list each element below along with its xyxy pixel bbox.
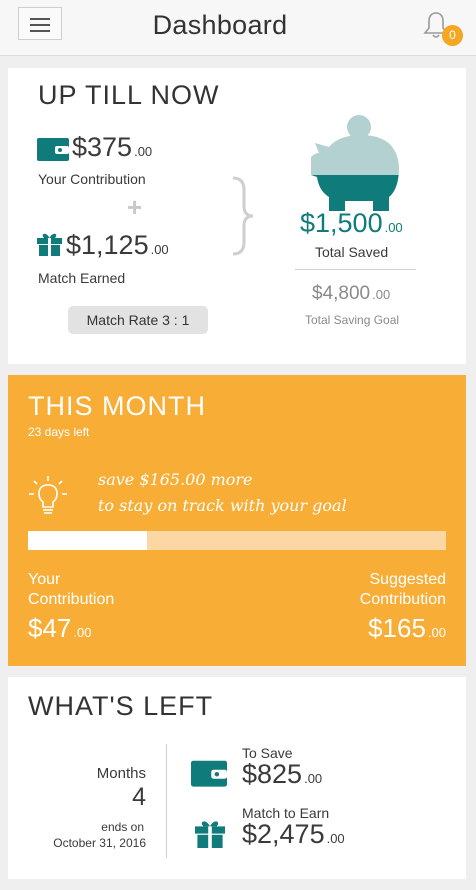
saving-goal-amount: $4,800.00 bbox=[312, 283, 390, 305]
suggested-contribution-cents: .00 bbox=[427, 625, 446, 640]
to-save-amount: $825.00 bbox=[242, 759, 322, 790]
ends-on-label: ends on bbox=[101, 820, 144, 834]
saving-goal-dollars: $4,800 bbox=[312, 283, 371, 304]
page-title: Dashboard bbox=[152, 10, 288, 40]
your-contribution-dollars: $47 bbox=[28, 613, 72, 643]
contribution-amount: $375.00 bbox=[72, 132, 152, 163]
vertical-divider bbox=[166, 744, 167, 858]
suggested-contribution-dollars: $165 bbox=[368, 613, 426, 643]
your-contribution-amount: $47.00 bbox=[28, 613, 91, 644]
notification-badge[interactable]: 0 bbox=[442, 25, 463, 46]
suggested-contribution-label-2: Contribution bbox=[359, 591, 446, 608]
contribution-label: Your Contribution bbox=[38, 171, 146, 187]
match-to-earn-cents: .00 bbox=[326, 831, 345, 846]
your-contribution-label-1: Your bbox=[28, 571, 61, 588]
match-rate-badge: Match Rate 3 : 1 bbox=[68, 306, 208, 334]
to-save-cents: .00 bbox=[304, 771, 323, 786]
wallet-icon bbox=[37, 138, 69, 161]
whats-left-card: WHAT'S LEFT Months 4 ends on October 31,… bbox=[8, 677, 466, 879]
months-value: 4 bbox=[132, 783, 146, 811]
lightbulb-icon bbox=[29, 476, 67, 514]
match-to-earn-dollars: $2,475 bbox=[242, 819, 325, 849]
brace-icon bbox=[232, 176, 254, 256]
up-till-now-title: UP TILL NOW bbox=[38, 80, 220, 110]
your-contribution-cents: .00 bbox=[73, 625, 92, 640]
piggy-bank-icon bbox=[311, 115, 399, 211]
match-label: Match Earned bbox=[38, 270, 126, 286]
match-to-earn-amount: $2,475.00 bbox=[242, 819, 345, 850]
match-cents: .00 bbox=[150, 242, 169, 257]
divider bbox=[295, 269, 416, 270]
contribution-dollars: $375 bbox=[72, 132, 133, 162]
to-save-dollars: $825 bbox=[242, 759, 303, 789]
total-saved-label: Total Saved bbox=[315, 244, 389, 260]
this-month-title: THIS MONTH bbox=[28, 391, 206, 421]
plus-icon: + bbox=[127, 192, 143, 222]
tip-line-2: to stay on track with your goal bbox=[98, 496, 347, 515]
days-left-text: 23 days left bbox=[28, 425, 90, 439]
saving-goal-label: Total Saving Goal bbox=[305, 313, 400, 327]
suggested-contribution-amount: $165.00 bbox=[368, 613, 446, 644]
ends-on-date: October 31, 2016 bbox=[53, 836, 146, 850]
months-label: Months bbox=[96, 765, 146, 782]
this-month-card: THIS MONTH 23 days left save $165.00 mor… bbox=[8, 375, 466, 666]
suggested-contribution-label-1: Suggested bbox=[369, 571, 446, 588]
match-dollars: $1,125 bbox=[66, 230, 149, 260]
saving-goal-cents: .00 bbox=[372, 287, 391, 302]
progress-fill bbox=[28, 531, 148, 550]
total-saved-amount: $1,500.00 bbox=[300, 208, 403, 239]
progress-bar bbox=[28, 531, 446, 550]
your-contribution-label-2: Contribution bbox=[28, 591, 115, 608]
total-saved-dollars: $1,500 bbox=[300, 208, 383, 238]
gift-icon bbox=[195, 821, 225, 848]
match-amount: $1,125.00 bbox=[66, 230, 169, 261]
contribution-cents: .00 bbox=[134, 144, 153, 159]
notifications-button[interactable]: 0 bbox=[422, 10, 464, 46]
up-till-now-card: UP TILL NOW $375.00 Your Contribution + … bbox=[8, 68, 466, 364]
app-header: Dashboard 0 bbox=[0, 0, 476, 56]
whats-left-title: WHAT'S LEFT bbox=[28, 691, 214, 721]
tip-line-1: save $165.00 more bbox=[98, 470, 253, 489]
total-saved-cents: .00 bbox=[384, 220, 403, 235]
wallet-icon bbox=[191, 760, 227, 787]
gift-icon bbox=[37, 233, 62, 256]
